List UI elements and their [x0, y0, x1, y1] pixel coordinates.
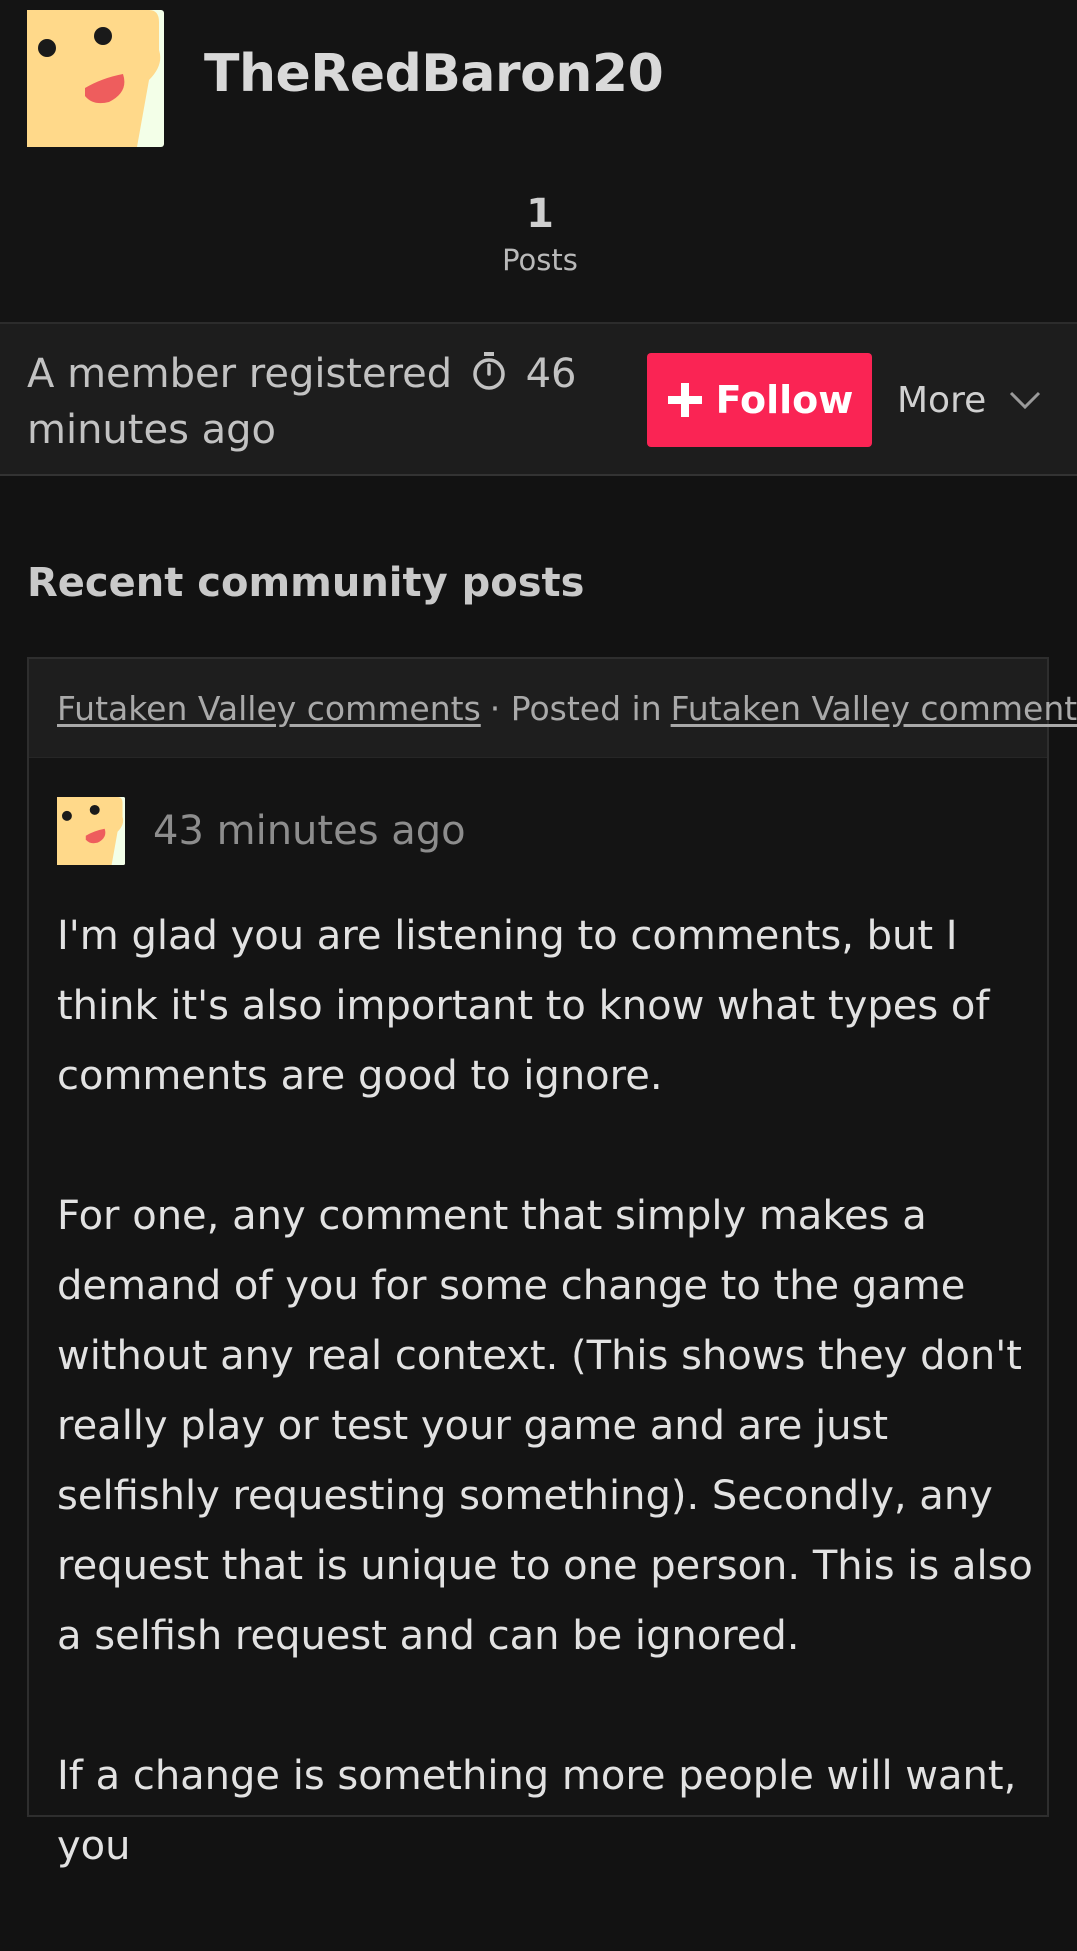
posts-label: Posts [502, 243, 578, 277]
post-topic-bar: Futaken Valley comments · Posted in Futa… [29, 659, 1077, 758]
post-paragraph: If a change is something more people wil… [57, 1753, 1017, 1869]
post-meta: 43 minutes ago [57, 797, 466, 865]
profile-infobar: A member registered 46 minutes ago Follo… [0, 324, 1077, 476]
post-card: Futaken Valley comments · Posted in Futa… [27, 657, 1077, 1869]
community-link[interactable]: Futaken Valley comments [671, 689, 1077, 728]
posted-in-text: · Posted in [489, 688, 662, 728]
post-body: I'm glad you are listening to comments, … [57, 901, 1037, 1951]
post-paragraph: I'm glad you are listening to comments, … [57, 913, 990, 1099]
more-button[interactable]: More [897, 368, 1042, 432]
posts-stat[interactable]: 1 Posts [440, 188, 640, 280]
profile-header: TheRedBaron20 1 Posts [0, 0, 1077, 324]
topic-link[interactable]: Futaken Valley comments [57, 689, 481, 728]
follow-label: Follow [715, 378, 854, 422]
profile-username: TheRedBaron20 [204, 44, 664, 104]
post-timestamp[interactable]: 43 minutes ago [153, 808, 466, 854]
registered-prefix: A member registered [27, 351, 453, 397]
section-title: Recent community posts [27, 560, 585, 606]
author-avatar[interactable] [57, 797, 125, 865]
more-label: More [897, 379, 987, 421]
post-paragraph: For one, any comment that simply makes a… [57, 1193, 1033, 1659]
plus-icon [667, 383, 702, 417]
posts-count: 1 [526, 191, 554, 237]
follow-button[interactable]: Follow [647, 353, 872, 447]
registration-info: A member registered 46 minutes ago [27, 346, 587, 458]
avatar[interactable] [27, 10, 164, 147]
chevron-down-icon [1010, 391, 1041, 410]
timer-icon [473, 352, 505, 390]
